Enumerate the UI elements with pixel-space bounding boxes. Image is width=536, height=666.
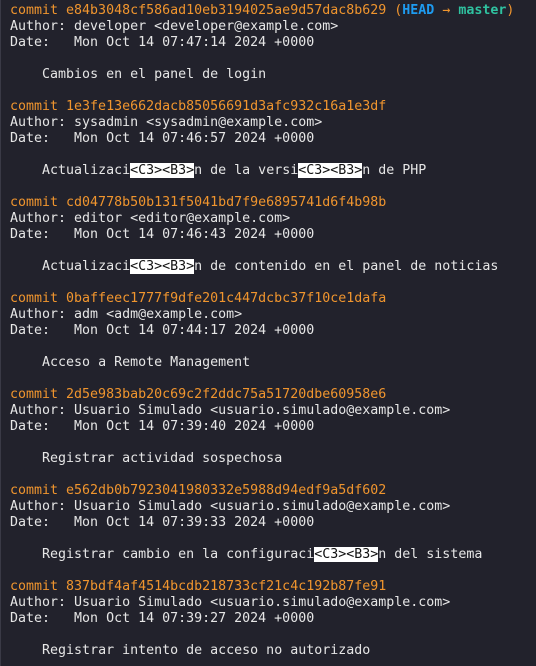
commit-author: Author: Usuario Simulado <usuario.simula… bbox=[10, 403, 451, 418]
commit-message: n de la versi bbox=[194, 163, 299, 178]
branch-ref: master bbox=[458, 3, 507, 18]
commit-line: commit 2d5e983bab20c69c2f2ddc75a51720dbe… bbox=[10, 387, 536, 403]
commit-author: Author: Usuario Simulado <usuario.simula… bbox=[10, 595, 451, 610]
commit-message: Registrar intento de acceso no autorizad… bbox=[42, 643, 371, 658]
commit-hash: commit cd04778b50b131f5041bd7f9e6895741d… bbox=[10, 195, 387, 210]
commit-message: Actualizaci bbox=[42, 163, 131, 178]
commit-hash: commit 2d5e983bab20c69c2f2ddc75a51720dbe… bbox=[10, 387, 387, 402]
commit-message: n del sistema bbox=[378, 547, 483, 562]
message-line: Actualizaci<C3><B3>n de contenido en el … bbox=[10, 259, 536, 275]
commit-hash: commit 1e3fe13e662dacb85056691d3afc932c1… bbox=[10, 99, 387, 114]
commit-message: n de contenido en el panel de noticias bbox=[194, 259, 499, 274]
commit-date: Date: Mon Oct 14 07:39:40 2024 +0000 bbox=[10, 419, 315, 434]
date-line: Date: Mon Oct 14 07:44:17 2024 +0000 bbox=[10, 323, 536, 339]
commit-date: Date: Mon Oct 14 07:39:33 2024 +0000 bbox=[10, 515, 315, 530]
date-line: Date: Mon Oct 14 07:39:33 2024 +0000 bbox=[10, 515, 536, 531]
commit-line: commit 837bdf4af4514bcdb218733cf21c4c192… bbox=[10, 579, 536, 595]
commit-author: Author: adm <adm@example.com> bbox=[10, 307, 243, 322]
author-line: Author: Usuario Simulado <usuario.simula… bbox=[10, 403, 536, 419]
commit-hash: commit e84b3048cf586ad10eb3194025ae9d57d… bbox=[10, 3, 387, 18]
ref-paren: ( bbox=[386, 3, 403, 18]
commit-date: Date: Mon Oct 14 07:46:57 2024 +0000 bbox=[10, 131, 315, 146]
author-line: Author: Usuario Simulado <usuario.simula… bbox=[10, 499, 536, 515]
commit-line: commit cd04778b50b131f5041bd7f9e6895741d… bbox=[10, 195, 536, 211]
commit-line: commit e562db0b7923041980332e5988d94edf9… bbox=[10, 483, 536, 499]
commit-author: Author: developer <developer@example.com… bbox=[10, 19, 339, 34]
commit-author: Author: Usuario Simulado <usuario.simula… bbox=[10, 499, 451, 514]
message-line: Cambios en el panel de login bbox=[10, 67, 536, 83]
escaped-bytes: <C3><B3> bbox=[314, 547, 379, 562]
git-log-output[interactable]: commit e84b3048cf586ad10eb3194025ae9d57d… bbox=[10, 3, 536, 659]
commit-message: Actualizaci bbox=[42, 259, 131, 274]
escaped-bytes: <C3><B3> bbox=[130, 163, 195, 178]
date-line: Date: Mon Oct 14 07:46:57 2024 +0000 bbox=[10, 131, 536, 147]
date-line: Date: Mon Oct 14 07:39:40 2024 +0000 bbox=[10, 419, 536, 435]
date-line: Date: Mon Oct 14 07:46:43 2024 +0000 bbox=[10, 227, 536, 243]
commit-author: Author: sysadmin <sysadmin@example.com> bbox=[10, 115, 323, 130]
escaped-bytes: <C3><B3> bbox=[130, 259, 195, 274]
commit-author: Author: editor <editor@example.com> bbox=[10, 211, 291, 226]
commit-line: commit 0baffeec1777f9dfe201c447dcbc37f10… bbox=[10, 291, 536, 307]
commit-date: Date: Mon Oct 14 07:46:43 2024 +0000 bbox=[10, 227, 315, 242]
author-line: Author: adm <adm@example.com> bbox=[10, 307, 536, 323]
message-line: Registrar actividad sospechosa bbox=[10, 451, 536, 467]
escaped-bytes: <C3><B3> bbox=[298, 163, 363, 178]
commit-line: commit 1e3fe13e662dacb85056691d3afc932c1… bbox=[10, 99, 536, 115]
commit-date: Date: Mon Oct 14 07:44:17 2024 +0000 bbox=[10, 323, 315, 338]
commit-message: n de PHP bbox=[362, 163, 427, 178]
date-line: Date: Mon Oct 14 07:47:14 2024 +0000 bbox=[10, 35, 536, 51]
head-ref: HEAD bbox=[402, 3, 435, 18]
commit-message: Cambios en el panel de login bbox=[42, 67, 267, 82]
commit-hash: commit 837bdf4af4514bcdb218733cf21c4c192… bbox=[10, 579, 387, 594]
terminal-edge bbox=[0, 0, 1, 666]
message-line: Actualizaci<C3><B3>n de la versi<C3><B3>… bbox=[10, 163, 536, 179]
author-line: Author: editor <editor@example.com> bbox=[10, 211, 536, 227]
date-line: Date: Mon Oct 14 07:39:27 2024 +0000 bbox=[10, 611, 536, 627]
author-line: Author: Usuario Simulado <usuario.simula… bbox=[10, 595, 536, 611]
commit-message: Registrar actividad sospechosa bbox=[42, 451, 283, 466]
ref-arrow: → bbox=[434, 3, 459, 18]
commit-line: commit e84b3048cf586ad10eb3194025ae9d57d… bbox=[10, 3, 536, 19]
author-line: Author: sysadmin <sysadmin@example.com> bbox=[10, 115, 536, 131]
commit-message: Acceso a Remote Management bbox=[42, 355, 251, 370]
message-line: Acceso a Remote Management bbox=[10, 355, 536, 371]
commit-date: Date: Mon Oct 14 07:39:27 2024 +0000 bbox=[10, 611, 315, 626]
commit-message: Registrar cambio en la configuraci bbox=[42, 547, 315, 562]
message-line: Registrar intento de acceso no autorizad… bbox=[10, 643, 536, 659]
ref-paren: ) bbox=[506, 3, 515, 18]
commit-hash: commit e562db0b7923041980332e5988d94edf9… bbox=[10, 483, 387, 498]
author-line: Author: developer <developer@example.com… bbox=[10, 19, 536, 35]
commit-hash: commit 0baffeec1777f9dfe201c447dcbc37f10… bbox=[10, 291, 387, 306]
message-line: Registrar cambio en la configuraci<C3><B… bbox=[10, 547, 536, 563]
commit-date: Date: Mon Oct 14 07:47:14 2024 +0000 bbox=[10, 35, 315, 50]
